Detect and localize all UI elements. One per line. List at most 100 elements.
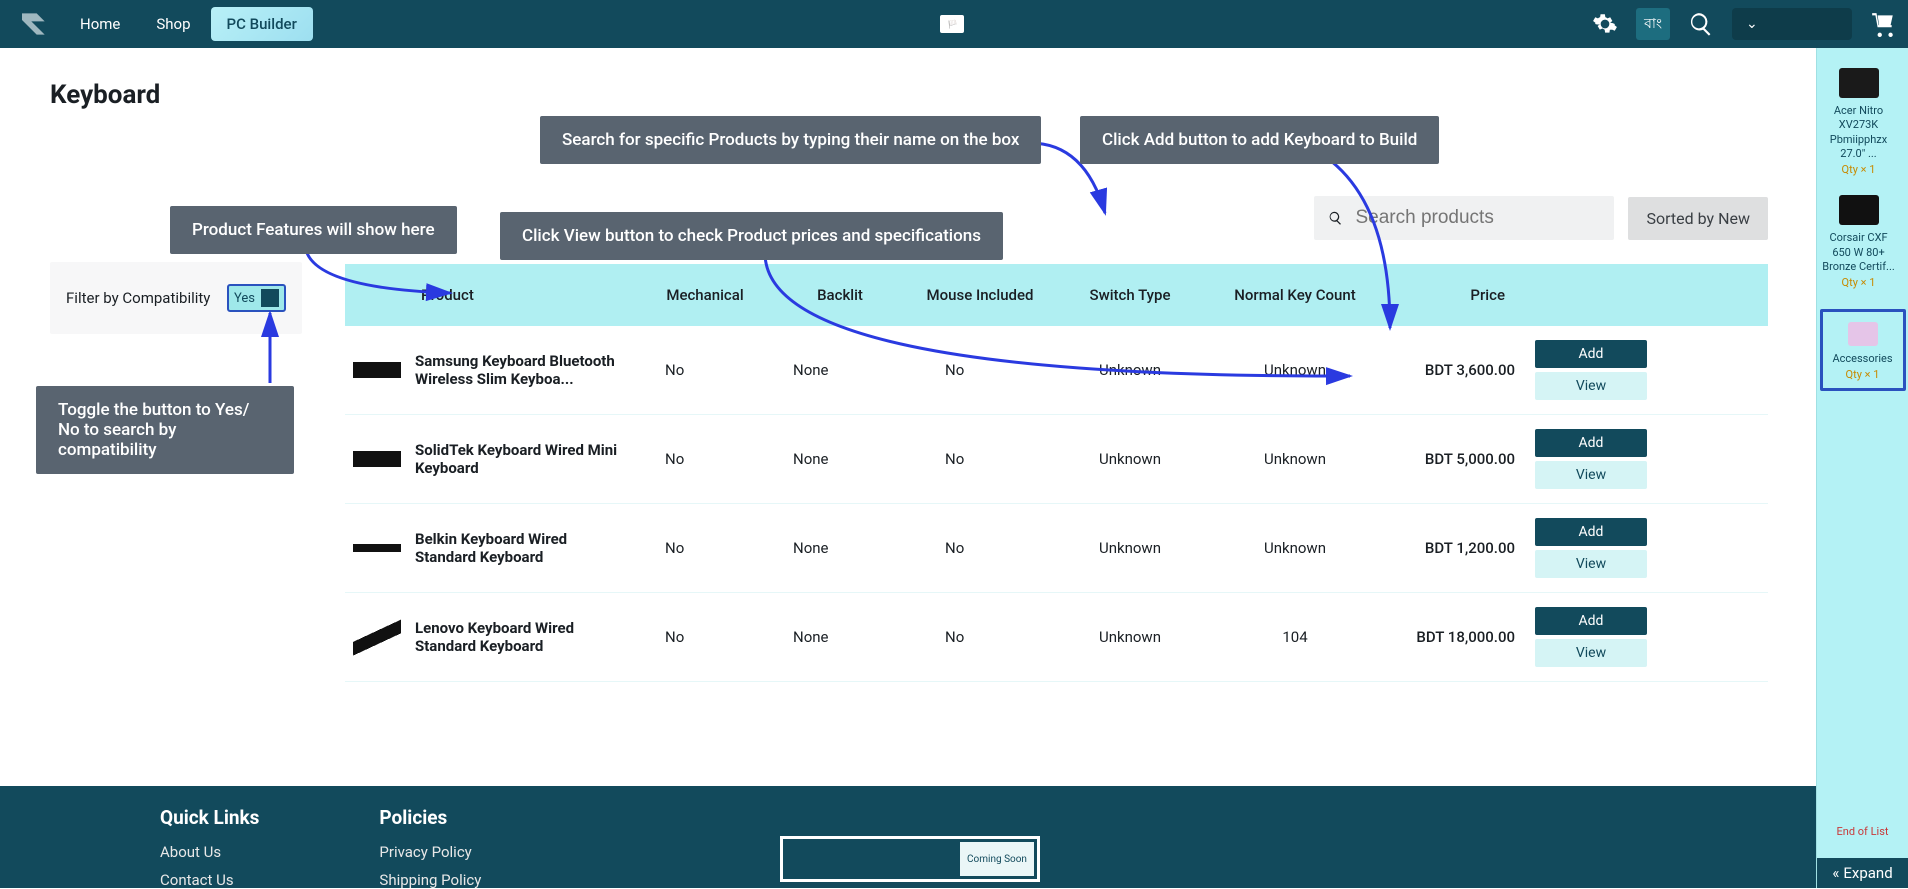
site-logo[interactable] (18, 8, 50, 40)
view-button[interactable]: View (1535, 639, 1647, 667)
language-badge[interactable]: বাং (1636, 8, 1670, 40)
product-search-box[interactable] (1314, 196, 1614, 240)
nav-links-group: Home Shop PC Builder (64, 7, 313, 41)
product-thumbnail (353, 439, 401, 479)
table-row: Lenovo Keyboard Wired Standard Keyboard … (345, 593, 1768, 682)
quick-links-heading: Quick Links (160, 806, 259, 829)
col-mouse: Mouse Included (905, 286, 1055, 304)
product-table: Product Mechanical Backlit Mouse Include… (345, 264, 1768, 682)
country-flag-badge[interactable]: 🏳️ (940, 15, 964, 33)
cell-keys: Unknown (1205, 539, 1385, 557)
build-rail-item[interactable]: Acer Nitro XV273K Pbmiipphzx 27.0" ... Q… (1820, 68, 1898, 177)
cell-price: BDT 1,200.00 (1385, 539, 1535, 557)
add-button[interactable]: Add (1535, 429, 1647, 457)
col-price: Price (1385, 286, 1535, 304)
toggle-knob (261, 289, 279, 307)
product-name[interactable]: Belkin Keyboard Wired Standard Keyboard (415, 530, 635, 566)
newsletter-box: Coming Soon (780, 836, 1040, 882)
product-thumbnail (353, 617, 401, 657)
table-row: Belkin Keyboard Wired Standard Keyboard … (345, 504, 1768, 593)
cell-backlit: None (775, 539, 905, 557)
product-thumbnail (353, 528, 401, 568)
col-switch: Switch Type (1055, 286, 1205, 304)
compatibility-toggle[interactable]: Yes (227, 284, 286, 312)
footer-link-about[interactable]: About Us (160, 843, 259, 861)
rail-item-title: Acer Nitro XV273K Pbmiipphzx 27.0" ... (1820, 104, 1898, 161)
end-of-list-text: End of List (1837, 825, 1889, 838)
table-row: SolidTek Keyboard Wired Mini Keyboard No… (345, 415, 1768, 504)
nav-link-shop[interactable]: Shop (140, 7, 206, 41)
expand-chevron-icon: « (1832, 864, 1839, 882)
product-name[interactable]: SolidTek Keyboard Wired Mini Keyboard (415, 441, 635, 477)
view-button[interactable]: View (1535, 372, 1647, 400)
footer-link-privacy[interactable]: Privacy Policy (379, 843, 481, 861)
page-title: Keyboard (50, 80, 1766, 110)
build-sidebar: Acer Nitro XV273K Pbmiipphzx 27.0" ... Q… (1816, 48, 1908, 888)
toggle-value: Yes (234, 291, 255, 306)
col-product: Product (415, 286, 635, 304)
cell-price: BDT 18,000.00 (1385, 628, 1535, 646)
search-input[interactable] (1355, 207, 1600, 229)
build-rail-item[interactable]: Accessories Qty × 1 (1820, 309, 1906, 392)
top-navigation-bar: Home Shop PC Builder 🏳️ বাং ⌄ (0, 0, 1908, 48)
cell-mouse: No (905, 628, 1055, 646)
add-button[interactable]: Add (1535, 340, 1647, 368)
chevron-down-icon: ⌄ (1746, 16, 1758, 32)
cell-backlit: None (775, 450, 905, 468)
rail-item-qty: Qty × 1 (1820, 163, 1898, 177)
sort-button[interactable]: Sorted by New (1628, 197, 1768, 240)
product-name[interactable]: Samsung Keyboard Bluetooth Wireless Slim… (415, 352, 635, 388)
cell-mechanical: No (635, 539, 775, 557)
cell-mouse: No (905, 539, 1055, 557)
settings-gear-icon[interactable] (1592, 11, 1618, 37)
product-name[interactable]: Lenovo Keyboard Wired Standard Keyboard (415, 619, 635, 655)
cell-mechanical: No (635, 361, 775, 379)
footer-link-contact[interactable]: Contact Us (160, 871, 259, 889)
tooltip-add: Click Add button to add Keyboard to Buil… (1080, 116, 1439, 164)
expand-label: Expand (1843, 864, 1892, 882)
footer-link-shipping[interactable]: Shipping Policy (379, 871, 481, 889)
rail-item-title: Accessories (1825, 352, 1901, 366)
cell-keys: Unknown (1205, 450, 1385, 468)
nav-link-home[interactable]: Home (64, 7, 136, 41)
col-backlit: Backlit (775, 286, 905, 304)
nav-link-pc-builder[interactable]: PC Builder (211, 7, 313, 41)
col-mechanical: Mechanical (635, 286, 775, 304)
tooltip-features: Product Features will show here (170, 206, 457, 254)
add-button[interactable]: Add (1535, 607, 1647, 635)
cell-switch: Unknown (1055, 539, 1205, 557)
expand-sidebar-button[interactable]: « Expand (1817, 858, 1908, 888)
cell-switch: Unknown (1055, 450, 1205, 468)
cart-icon[interactable] (1870, 11, 1896, 37)
search-field-icon (1328, 208, 1343, 228)
cell-keys: 104 (1205, 628, 1385, 646)
build-rail-item[interactable]: Corsair CXF 650 W 80+ Bronze Certif... Q… (1820, 195, 1898, 290)
filter-label: Filter by Compatibility (66, 289, 210, 307)
policies-heading: Policies (379, 806, 481, 829)
rail-thumbnail (1848, 322, 1878, 346)
search-icon[interactable] (1688, 11, 1714, 37)
main-content-area: Keyboard Search for specific Products by… (0, 48, 1816, 888)
page-footer: Quick Links About Us Contact Us Policies… (0, 786, 1816, 888)
cell-mechanical: No (635, 450, 775, 468)
view-button[interactable]: View (1535, 461, 1647, 489)
cell-keys: Unknown (1205, 361, 1385, 379)
newsletter-input[interactable] (786, 842, 956, 876)
col-keys: Normal Key Count (1205, 286, 1385, 304)
newsletter-coming-soon: Coming Soon (960, 842, 1034, 876)
cell-price: BDT 5,000.00 (1385, 450, 1535, 468)
tooltip-toggle: Toggle the button to Yes/ No to search b… (36, 386, 294, 474)
rail-thumbnail (1839, 68, 1879, 98)
account-dropdown[interactable]: ⌄ (1732, 8, 1852, 40)
table-header-row: Product Mechanical Backlit Mouse Include… (345, 264, 1768, 326)
view-button[interactable]: View (1535, 550, 1647, 578)
tooltip-view: Click View button to check Product price… (500, 212, 1003, 260)
cell-backlit: None (775, 628, 905, 646)
cell-price: BDT 3,600.00 (1385, 361, 1535, 379)
filter-compatibility-box: Filter by Compatibility Yes (50, 262, 302, 334)
rail-item-qty: Qty × 1 (1820, 276, 1898, 290)
cell-mouse: No (905, 450, 1055, 468)
cell-mouse: No (905, 361, 1055, 379)
rail-item-qty: Qty × 1 (1825, 368, 1901, 382)
add-button[interactable]: Add (1535, 518, 1647, 546)
